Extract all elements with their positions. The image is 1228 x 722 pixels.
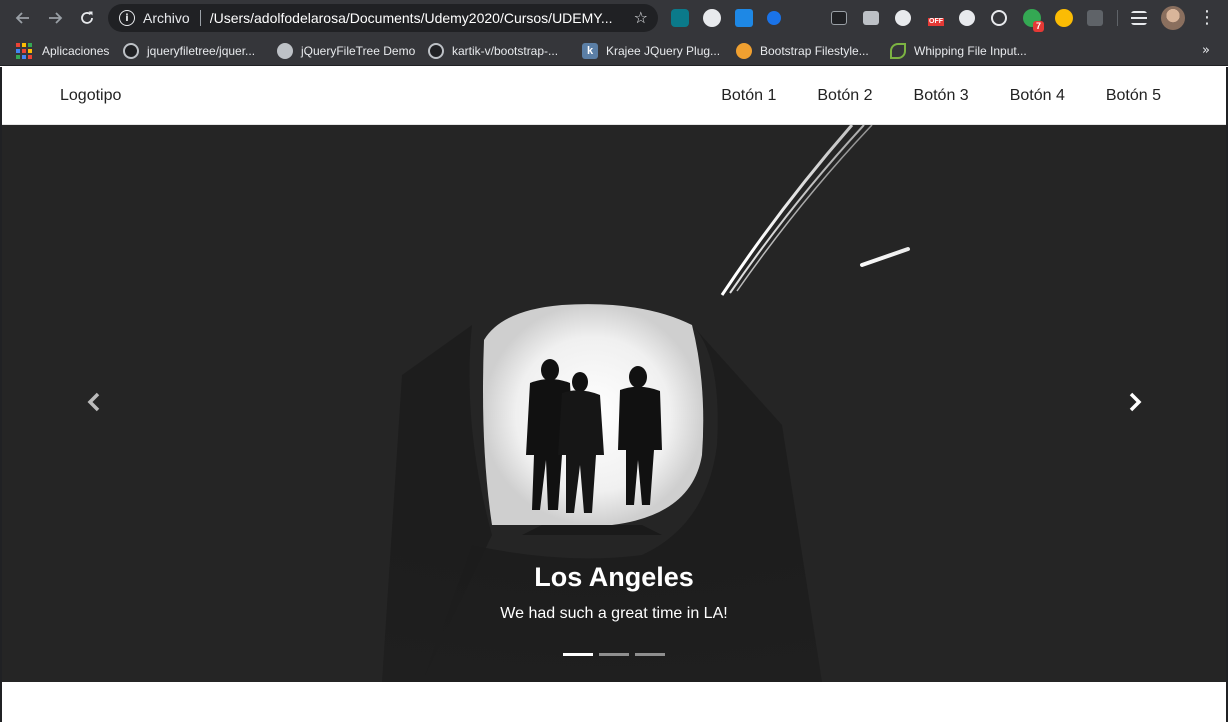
bookmark-kartik-v[interactable]: kartik-v/bootstrap-...: [428, 42, 558, 60]
extension-target-icon[interactable]: [991, 10, 1007, 26]
info-icon[interactable]: i: [119, 10, 135, 26]
nav-button-1[interactable]: Botón 1: [721, 87, 776, 105]
nav-button-3[interactable]: Botón 3: [914, 87, 969, 105]
media-queue-icon[interactable]: [1131, 11, 1147, 25]
bookmark-krajee[interactable]: k Krajee JQuery Plug...: [582, 42, 720, 60]
filestyle-icon: [736, 43, 752, 59]
extension-search-icon[interactable]: [703, 9, 721, 27]
bookmark-label: Whipping File Input...: [914, 44, 1027, 58]
bookmark-jqueryfiletree-demo[interactable]: jQueryFileTree Demo: [277, 42, 415, 60]
bookmark-whipping-file-input[interactable]: Whipping File Input...: [890, 42, 1027, 60]
address-divider: [199, 10, 201, 26]
github-icon: [428, 43, 444, 59]
site-logo[interactable]: Logotipo: [60, 87, 121, 105]
bookmark-label: Aplicaciones: [42, 44, 110, 58]
bookmarks-overflow-icon[interactable]: »: [1202, 43, 1210, 58]
carousel-prev-button[interactable]: [74, 387, 114, 417]
chevron-right-icon: [1129, 392, 1142, 412]
reload-button[interactable]: [76, 7, 98, 29]
chevron-left-icon: [87, 392, 100, 412]
carousel-indicators: [563, 653, 671, 656]
extension-icon[interactable]: [671, 9, 689, 27]
nav-button-4[interactable]: Botón 4: [1010, 87, 1065, 105]
globe-icon: [277, 43, 293, 59]
bookmark-label: Krajee JQuery Plug...: [606, 44, 721, 58]
toolbar-divider: [1117, 10, 1118, 26]
extension-code-icon[interactable]: [1087, 10, 1103, 26]
site-navbar: Logotipo Botón 1 Botón 2 Botón 3 Botón 4…: [2, 67, 1226, 125]
carousel-indicator-1[interactable]: [563, 653, 593, 656]
carousel-next-button[interactable]: [1115, 387, 1155, 417]
arrow-left-icon: [15, 12, 29, 24]
carousel-caption-text: We had such a great time in LA!: [500, 605, 728, 622]
arrow-right-icon: [49, 12, 63, 24]
bookmarks-bar: Aplicaciones jqueryfiletree/jquer... jQu…: [0, 36, 1228, 66]
nav-button-5[interactable]: Botón 5: [1106, 87, 1161, 105]
github-icon: [123, 43, 139, 59]
apps-grid-icon: [16, 43, 32, 59]
extension-lens-icon[interactable]: [1055, 9, 1073, 27]
carousel-caption-title: Los Angeles: [534, 562, 694, 592]
carousel-slide-image: [2, 125, 1226, 682]
address-bar[interactable]: i Archivo /Users/adolfodelarosa/Document…: [108, 4, 658, 32]
nav-button-2[interactable]: Botón 2: [817, 87, 872, 105]
nav-links: Botón 1 Botón 2 Botón 3 Botón 4 Botón 5: [680, 87, 1161, 105]
extension-record-icon[interactable]: [895, 10, 911, 26]
krajee-icon: k: [582, 43, 598, 59]
browser-toolbar: i Archivo /Users/adolfodelarosa/Document…: [0, 0, 1228, 36]
bookmark-label: jqueryfiletree/jquer...: [147, 44, 256, 58]
bookmark-bootstrap-filestyle[interactable]: Bootstrap Filestyle...: [736, 42, 869, 60]
profile-avatar[interactable]: [1161, 6, 1185, 30]
back-button[interactable]: [12, 7, 34, 29]
bookmark-apps[interactable]: Aplicaciones: [16, 42, 109, 60]
page-viewport: Logotipo Botón 1 Botón 2 Botón 3 Botón 4…: [0, 67, 1228, 722]
extension-off-icon[interactable]: OFF: [927, 9, 945, 27]
extension-s-icon[interactable]: [735, 9, 753, 27]
image-carousel: Los Angeles We had such a great time in …: [2, 125, 1226, 682]
extension-badge: 7: [1033, 21, 1045, 32]
forward-button[interactable]: [44, 7, 66, 29]
extension-terminal-icon[interactable]: [831, 11, 847, 25]
address-scheme-label: Archivo: [143, 10, 190, 26]
star-icon[interactable]: ☆: [634, 8, 648, 27]
extension-window-icon[interactable]: [863, 11, 879, 25]
carousel-indicator-2[interactable]: [599, 653, 629, 656]
extension-moon-icon[interactable]: [959, 10, 975, 26]
bookmark-label: jQueryFileTree Demo: [301, 44, 416, 58]
bookmark-label: Bootstrap Filestyle...: [760, 44, 869, 58]
extension-a-icon[interactable]: 7: [1023, 9, 1045, 32]
carousel-indicator-3[interactable]: [635, 653, 665, 656]
extension-check-icon[interactable]: [767, 11, 781, 25]
address-url[interactable]: /Users/adolfodelarosa/Documents/Udemy202…: [210, 10, 622, 26]
reload-icon: [81, 11, 93, 24]
bookmark-jqueryfiletree[interactable]: jqueryfiletree/jquer...: [123, 42, 255, 60]
extension-off-badge: OFF: [928, 18, 944, 26]
leaf-icon: [890, 43, 906, 59]
menu-kebab-icon[interactable]: ⋮: [1198, 7, 1216, 29]
bookmark-label: kartik-v/bootstrap-...: [452, 44, 559, 58]
